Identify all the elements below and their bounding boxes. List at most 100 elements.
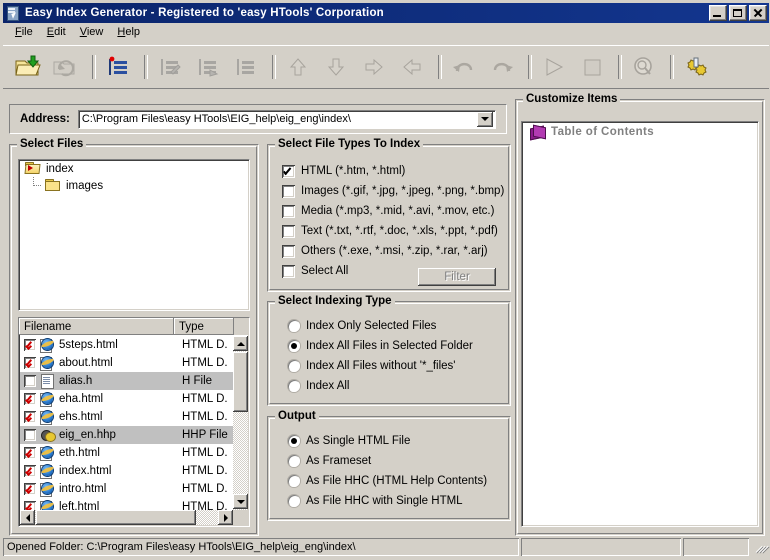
file-checkbox[interactable] (24, 375, 36, 387)
file-checkbox[interactable] (24, 411, 36, 423)
menu-help[interactable]: Help (110, 24, 147, 40)
radio-option[interactable]: As File HHC (HTML Help Contents) (288, 471, 487, 491)
checkbox[interactable] (282, 224, 295, 238)
status-bar: Opened Folder: C:\Program Files\easy HTo… (3, 537, 769, 557)
radio-option[interactable]: Index All Files without '*_files' (288, 356, 473, 376)
table-row[interactable]: eth.html HTML D. (20, 444, 234, 462)
close-button[interactable] (749, 5, 767, 21)
open-folder-icon[interactable] (11, 51, 45, 83)
menu-file-rest: ile (21, 26, 33, 38)
folder-tree[interactable]: index images (18, 159, 250, 311)
checkbox-option[interactable]: Others (*.exe, *.msi, *.zip, *.rar, *.ar… (282, 241, 504, 261)
new-index-item-icon[interactable] (101, 51, 135, 83)
resize-grip-icon[interactable] (753, 540, 769, 554)
checkbox[interactable] (282, 244, 295, 258)
radio-option[interactable]: As Single HTML File (288, 431, 487, 451)
move-right-icon (357, 51, 391, 83)
filter-button[interactable]: Filter (418, 268, 496, 286)
menu-help-rest: elp (125, 26, 141, 38)
file-name: about.html (59, 357, 113, 369)
table-row[interactable]: index.html HTML D. (20, 462, 234, 480)
html-file-icon (40, 338, 55, 353)
maximize-button[interactable] (729, 5, 747, 21)
radio-option[interactable]: As File HHC with Single HTML (288, 491, 487, 511)
radio-button[interactable] (288, 340, 300, 352)
list-items-icon (229, 51, 263, 83)
redo-icon (485, 51, 519, 83)
radio-option[interactable]: As Frameset (288, 451, 487, 471)
radio-button[interactable] (288, 495, 300, 507)
table-row[interactable]: 5steps.html HTML D. (20, 336, 234, 354)
checkbox-option[interactable]: Images (*.gif, *.jpg, *.jpeg, *.png, *.b… (282, 181, 504, 201)
checkbox[interactable] (282, 264, 295, 278)
tree-node-index[interactable]: index (19, 160, 249, 177)
checkbox-option[interactable]: Text (*.txt, *.rtf, *.doc, *.xls, *.ppt,… (282, 221, 504, 241)
hhp-file-icon (40, 428, 56, 442)
menu-edit[interactable]: Edit (40, 24, 73, 40)
checkbox-option[interactable]: HTML (*.htm, *.html) (282, 161, 504, 181)
checkbox[interactable] (282, 204, 295, 218)
file-list[interactable]: Filename Type 5steps.html HTML D. about.ht… (18, 317, 250, 527)
file-checkbox[interactable] (24, 429, 36, 441)
table-row[interactable]: eig_en.hhp HHP File (20, 426, 234, 444)
radio-button[interactable] (288, 360, 300, 372)
file-list-vscrollbar[interactable] (233, 336, 248, 525)
file-checkbox[interactable] (24, 393, 36, 405)
radio-option[interactable]: Index Only Selected Files (288, 316, 473, 336)
file-list-header: Filename Type (19, 318, 249, 335)
table-row[interactable]: alias.h H File (20, 372, 234, 390)
radio-button[interactable] (288, 455, 300, 467)
hscroll-thumb[interactable] (36, 510, 196, 525)
address-combobox[interactable]: C:\Program Files\easy HTools\EIG_help\ei… (77, 109, 496, 129)
radio-label: Index All Files without '*_files' (306, 360, 456, 372)
checkbox-option[interactable]: Media (*.mp3, *.mid, *.avi, *.mov, etc.) (282, 201, 504, 221)
checkbox[interactable] (282, 164, 295, 178)
file-checkbox[interactable] (24, 339, 36, 351)
radio-label: As File HHC (HTML Help Contents) (306, 475, 488, 487)
file-checkbox[interactable] (24, 483, 36, 495)
column-header-filename[interactable]: Filename (19, 318, 174, 335)
file-list-body: 5steps.html HTML D. about.html HTML D. alias… (20, 336, 234, 516)
chevron-down-icon[interactable] (477, 111, 493, 127)
radio-button[interactable] (288, 475, 300, 487)
edit-item-icon (153, 51, 187, 83)
title-bar: Easy Index Generator - Registered to 'ea… (3, 3, 769, 23)
file-type: HTML D. (182, 411, 228, 423)
scroll-left-button[interactable] (20, 510, 35, 525)
options-gears-icon[interactable] (679, 51, 713, 83)
toolbar-separator-5 (528, 55, 532, 79)
table-row[interactable]: eha.html HTML D. (20, 390, 234, 408)
customize-item-toc[interactable]: Table of Contents (522, 122, 758, 141)
h-file-icon (40, 374, 55, 389)
column-header-type[interactable]: Type (174, 318, 234, 335)
file-checkbox[interactable] (24, 447, 36, 459)
radio-option[interactable]: Index All Files in Selected Folder (288, 336, 473, 356)
table-row[interactable]: ehs.html HTML D. (20, 408, 234, 426)
radio-button[interactable] (288, 380, 300, 392)
scroll-right-button[interactable] (218, 510, 233, 525)
checkbox-label: Text (*.txt, *.rtf, *.doc, *.xls, *.ppt,… (301, 225, 498, 237)
table-row[interactable]: intro.html HTML D. (20, 480, 234, 498)
scroll-down-button[interactable] (233, 494, 248, 509)
menu-view[interactable]: View (73, 24, 111, 40)
refresh-icon (49, 51, 83, 83)
file-list-hscrollbar[interactable] (20, 510, 233, 525)
address-input[interactable]: C:\Program Files\easy HTools\EIG_help\ei… (79, 113, 477, 125)
customize-items-list[interactable]: Table of Contents (521, 121, 759, 527)
scroll-up-button[interactable] (233, 336, 248, 351)
toolbar-separator-2 (144, 55, 148, 79)
file-type: H File (182, 375, 213, 387)
radio-option[interactable]: Index All (288, 376, 473, 396)
book-icon (530, 124, 546, 141)
menu-file[interactable]: File (8, 24, 40, 40)
tree-node-images[interactable]: images (19, 177, 249, 194)
file-checkbox[interactable] (24, 357, 36, 369)
checkbox[interactable] (282, 184, 295, 198)
address-label: Address: (20, 113, 70, 125)
radio-button[interactable] (288, 435, 300, 447)
radio-button[interactable] (288, 320, 300, 332)
table-row[interactable]: about.html HTML D. (20, 354, 234, 372)
file-checkbox[interactable] (24, 465, 36, 477)
minimize-button[interactable] (709, 5, 727, 21)
vscroll-thumb[interactable] (233, 352, 248, 412)
